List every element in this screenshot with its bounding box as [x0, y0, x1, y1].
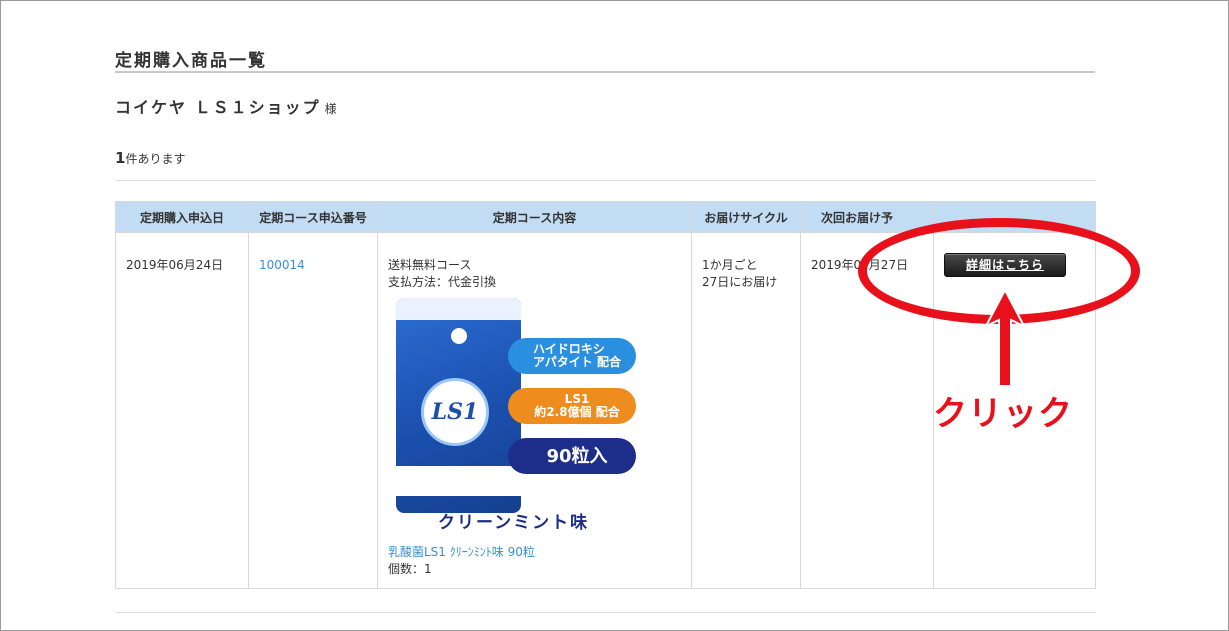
product-image: LS1 ハイドロキシ アパタイト 配合 LS1 約2.8億個 配合 90粒入 クリー… — [388, 295, 642, 540]
pouch-band — [396, 466, 521, 496]
count-divider — [115, 180, 1095, 181]
course-name: 送料無料コース — [388, 258, 472, 272]
product-link[interactable]: 乳酸菌LS1 ｸﾘｰﾝﾐﾝﾄ味 90粒 — [388, 545, 535, 559]
product-logo: LS1 — [421, 378, 489, 446]
feature-pill-count: 90粒入 — [508, 438, 636, 474]
pouch-top — [396, 298, 521, 320]
product-flavor: クリーンミント味 — [438, 513, 590, 533]
seal-icon — [451, 328, 467, 344]
product-pouch: LS1 — [396, 298, 521, 513]
apply-date: 2019年06月24日 — [126, 258, 224, 272]
arrow-up-icon — [983, 288, 1027, 387]
payment-method: 支払方法：代金引換 — [388, 275, 497, 289]
title-divider — [115, 71, 1095, 73]
click-annotation: クリック — [933, 394, 1073, 434]
cell-delivery-cycle: 1か月ごと 27日にお届け — [691, 232, 801, 589]
result-count-number: 1 — [115, 149, 126, 167]
pill1-line2: アパタイト 配合 — [533, 355, 621, 369]
header-course-content: 定期コース内容 — [377, 201, 692, 233]
page-title: 定期購入商品一覧 — [115, 51, 267, 71]
result-count: 1件あります — [115, 149, 185, 167]
header-apply-date: 定期購入申込日 — [115, 201, 249, 233]
customer-suffix: 様 — [324, 102, 337, 116]
customer-name-text: コイケヤ ＬＳ１ショップ — [115, 98, 321, 117]
cell-course-number: 100014 — [248, 232, 378, 589]
customer-name: コイケヤ ＬＳ１ショップ様 — [115, 94, 337, 118]
header-delivery-cycle: お届けサイクル — [691, 201, 801, 233]
feature-pill-ls1: LS1 約2.8億個 配合 — [508, 388, 636, 424]
course-number-link[interactable]: 100014 — [259, 258, 305, 272]
feature-pill-hydroxyapatite: ハイドロキシ アパタイト 配合 — [508, 338, 636, 374]
cell-apply-date: 2019年06月24日 — [115, 232, 249, 589]
header-course-number: 定期コース申込番号 — [248, 201, 378, 233]
cycle-line2: 27日にお届け — [702, 275, 778, 289]
result-count-text: 件あります — [125, 152, 186, 166]
cell-course-content: 送料無料コース 支払方法：代金引換 LS1 ハイドロキシ アパタイト 配合 LS1… — [377, 232, 692, 589]
bottom-divider — [115, 612, 1095, 613]
product-quantity: 個数：1 — [388, 562, 432, 576]
cycle-line1: 1か月ごと — [702, 258, 758, 272]
pill2-line2: 約2.8億個 配合 — [534, 405, 620, 419]
